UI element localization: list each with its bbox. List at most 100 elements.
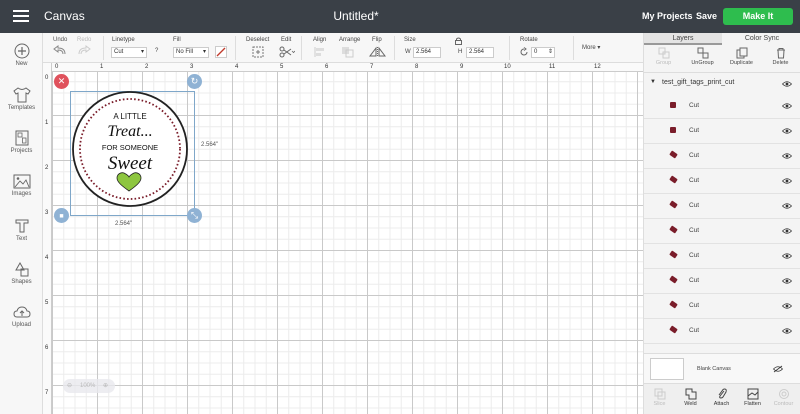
blank-canvas-row[interactable]: Blank Canvas bbox=[644, 353, 800, 383]
eye-icon[interactable] bbox=[782, 81, 792, 87]
eye-icon[interactable] bbox=[782, 328, 792, 334]
height-input[interactable]: 2.564 bbox=[466, 47, 494, 58]
zoom-out-icon[interactable]: ⊖ bbox=[67, 382, 72, 389]
nav-new[interactable]: New bbox=[0, 43, 43, 67]
ungroup-icon bbox=[697, 47, 708, 59]
tab-color-sync[interactable]: Color Sync bbox=[723, 33, 800, 45]
shirt-icon bbox=[12, 87, 31, 103]
layer-item[interactable]: Cut bbox=[644, 219, 800, 244]
lock-handle[interactable]: ■ bbox=[54, 208, 69, 223]
linetype-select[interactable]: Cut ▾ bbox=[111, 47, 147, 58]
layer-thumbnail bbox=[669, 175, 678, 184]
redo-button[interactable]: Redo bbox=[77, 37, 91, 57]
flip-label: Flip bbox=[372, 37, 382, 43]
more-button[interactable]: More ▾ bbox=[582, 44, 600, 51]
weld-button[interactable]: Weld bbox=[675, 388, 706, 407]
ungroup-button[interactable]: UnGroup bbox=[683, 47, 722, 66]
scissors-icon[interactable] bbox=[279, 46, 295, 58]
slice-button[interactable]: Slice bbox=[644, 388, 675, 407]
group-label: Group bbox=[655, 60, 672, 66]
nav-text[interactable]: Text bbox=[0, 218, 43, 242]
plus-icon bbox=[14, 43, 29, 59]
layer-thumbnail bbox=[669, 250, 678, 259]
gift-tag-design[interactable]: A LITTLE Treat... FOR SOMEONE Sweet bbox=[70, 91, 195, 216]
projects-icon bbox=[15, 130, 28, 146]
blank-canvas-swatch[interactable] bbox=[650, 358, 684, 380]
caret-down-icon[interactable]: ▼ bbox=[650, 79, 656, 85]
eye-icon[interactable] bbox=[782, 303, 792, 309]
save-button[interactable]: Save bbox=[696, 11, 717, 21]
layer-thumbnail bbox=[669, 300, 678, 309]
eye-icon[interactable] bbox=[782, 253, 792, 259]
undo-button[interactable]: Undo bbox=[53, 37, 67, 57]
hidden-eye-icon[interactable] bbox=[773, 365, 783, 373]
fill-select[interactable]: No Fill ▾ bbox=[173, 47, 209, 58]
flatten-button[interactable]: Flatten bbox=[737, 388, 768, 407]
layer-thumbnail bbox=[669, 325, 678, 334]
eye-icon[interactable] bbox=[782, 278, 792, 284]
upload-icon bbox=[12, 306, 31, 318]
slice-label: Slice bbox=[653, 401, 666, 407]
delete-handle[interactable]: ✕ bbox=[54, 74, 69, 89]
layer-group-row[interactable]: ▼ test_gift_tags_print_cut bbox=[644, 77, 800, 92]
layer-item[interactable]: Cut bbox=[644, 169, 800, 194]
rotate-input[interactable]: 0 ⇕ bbox=[531, 47, 555, 58]
edit-toolbar: Undo Redo Linetype Cut ▾ ? Fill No Fill ▾ … bbox=[43, 33, 643, 63]
nav-upload-label: Upload bbox=[11, 322, 31, 328]
layer-item[interactable]: Cut bbox=[644, 294, 800, 319]
eye-icon[interactable] bbox=[782, 153, 792, 159]
stepper-icon: ⇕ bbox=[547, 49, 553, 55]
help-icon[interactable]: ? bbox=[155, 48, 158, 54]
layer-item[interactable]: Cut bbox=[644, 194, 800, 219]
tab-layers[interactable]: Layers bbox=[644, 33, 722, 45]
design-canvas[interactable]: 0 1 2 3 4 5 6 7 8 9 10 11 12 0 1 2 3 4 5… bbox=[43, 63, 643, 414]
nav-upload[interactable]: Upload bbox=[0, 305, 43, 328]
design-text-line2: Treat... bbox=[107, 123, 152, 140]
my-projects-link[interactable]: My Projects bbox=[642, 11, 693, 21]
eye-icon[interactable] bbox=[782, 178, 792, 184]
nav-projects[interactable]: Projects bbox=[0, 130, 43, 154]
deselect-icon[interactable] bbox=[252, 46, 264, 58]
arrange-icon[interactable] bbox=[341, 46, 357, 58]
layer-item[interactable]: Cut bbox=[644, 144, 800, 169]
fill-color-slash-icon[interactable] bbox=[215, 46, 227, 58]
eye-icon[interactable] bbox=[782, 128, 792, 134]
rotate-value: 0 bbox=[534, 49, 538, 55]
delete-button[interactable]: Delete bbox=[761, 47, 800, 66]
ruler-left-number: 1 bbox=[45, 120, 49, 126]
layer-thumbnail bbox=[669, 225, 678, 234]
attach-button[interactable]: Attach bbox=[706, 388, 737, 407]
layer-item[interactable]: Cut bbox=[644, 269, 800, 294]
lock-icon[interactable] bbox=[455, 37, 462, 45]
layer-name: Cut bbox=[689, 252, 700, 259]
layer-item[interactable]: Cut bbox=[644, 119, 800, 144]
layer-item[interactable]: Cut bbox=[644, 319, 800, 344]
nav-shapes[interactable]: Shapes bbox=[0, 261, 43, 285]
eye-icon[interactable] bbox=[782, 103, 792, 109]
layer-name: Cut bbox=[689, 177, 700, 184]
resize-handle[interactable]: ⤡ bbox=[187, 208, 202, 223]
contour-button[interactable]: Contour bbox=[768, 388, 799, 407]
selection-bounding-box[interactable]: A LITTLE Treat... FOR SOMEONE Sweet bbox=[70, 91, 195, 216]
layer-item[interactable]: Cut bbox=[644, 94, 800, 119]
rotate-handle[interactable]: ↻ bbox=[187, 74, 202, 89]
layer-thumbnail bbox=[669, 275, 678, 284]
eye-icon[interactable] bbox=[782, 203, 792, 209]
contour-label: Contour bbox=[773, 401, 794, 407]
nav-templates[interactable]: Templates bbox=[0, 87, 43, 111]
layer-item[interactable]: Cut bbox=[644, 244, 800, 269]
chevron-down-icon: ▾ bbox=[597, 45, 601, 51]
ruler-left bbox=[43, 63, 52, 414]
layer-actions: Group UnGroup Duplicate Delete bbox=[644, 45, 800, 73]
zoom-in-icon[interactable]: ⊕ bbox=[103, 382, 108, 389]
make-it-button[interactable]: Make It bbox=[723, 8, 793, 25]
ruler-top-number: 6 bbox=[325, 64, 329, 70]
eye-icon[interactable] bbox=[782, 228, 792, 234]
duplicate-button[interactable]: Duplicate bbox=[722, 47, 761, 66]
align-icon[interactable] bbox=[313, 46, 329, 58]
width-input[interactable]: 2.564 bbox=[413, 47, 441, 58]
flip-icon[interactable] bbox=[369, 46, 387, 58]
group-button[interactable]: Group bbox=[644, 47, 683, 66]
nav-images[interactable]: Images bbox=[0, 174, 43, 197]
separator bbox=[394, 36, 395, 60]
